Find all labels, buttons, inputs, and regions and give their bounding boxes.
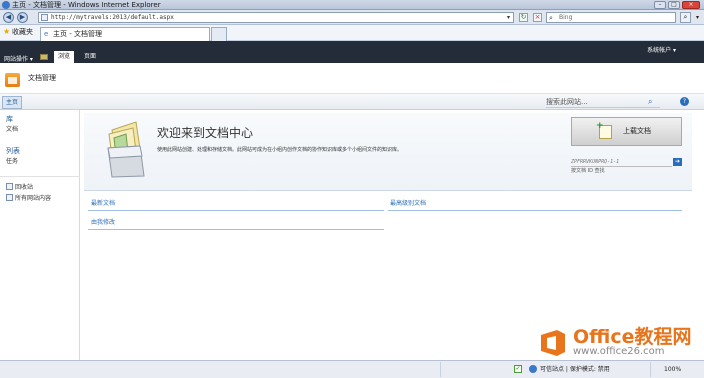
help-icon[interactable]: ? — [680, 97, 689, 106]
ql-tasks[interactable]: 任务 — [6, 158, 18, 166]
document-center-icon — [107, 121, 145, 178]
sharepoint-ribbon: 网站操作 ▾ 浏览 页面 系统帐户 ▾ — [0, 41, 704, 63]
stop-icon[interactable]: × — [533, 13, 542, 22]
nav-home-tab[interactable]: 主页 — [2, 96, 22, 109]
address-toolbar: ◀ ▶ http://mytravels:2013/default.aspx ▾… — [0, 10, 704, 25]
browser-tab[interactable]: e 主页 - 文档管理 — [40, 27, 210, 41]
user-account-menu[interactable]: 系统帐户 ▾ — [647, 47, 676, 55]
site-search-icon[interactable]: ⌕ — [648, 97, 652, 106]
minimize-button[interactable]: – — [654, 1, 666, 9]
quick-launch: 库 文档 列表 任务 回收站 所有网站内容 — [0, 110, 80, 360]
favorites-bar: ★ 收藏夹 e 主页 - 文档管理 — [0, 25, 704, 41]
ql-recycle-bin-label: 回收站 — [15, 184, 34, 191]
search-placeholder: Bing — [559, 14, 573, 21]
upload-document-button[interactable]: 上载文档 — [571, 117, 682, 146]
site-header: 文档管理 — [0, 63, 704, 94]
modified-by-me-title[interactable]: 由我修改 — [91, 219, 115, 227]
document-id-hint: 按文档 ID 查找 — [571, 168, 605, 174]
address-dropdown-icon[interactable]: ▾ — [505, 14, 512, 21]
latest-documents-divider — [88, 210, 384, 211]
ql-separator — [0, 176, 80, 177]
window-title: 主页 - 文档管理 - Windows Internet Explorer — [12, 1, 161, 9]
browser-tab-title: 主页 - 文档管理 — [53, 30, 102, 38]
tab-page[interactable]: 页面 — [80, 51, 100, 63]
upload-document-label: 上载文档 — [623, 127, 651, 135]
site-search-input[interactable]: 搜索此网站... — [546, 98, 660, 108]
tab-page-icon: e — [44, 30, 49, 38]
document-id-go-icon[interactable]: ➔ — [673, 158, 682, 166]
recycle-bin-icon — [6, 183, 13, 190]
address-field[interactable]: http://mytravels:2013/default.aspx ▾ — [38, 12, 514, 23]
address-url: http://mytravels:2013/default.aspx — [51, 14, 174, 21]
close-window-button[interactable]: × — [682, 1, 700, 9]
ql-documents[interactable]: 文档 — [6, 126, 18, 134]
zone-globe-icon — [529, 365, 537, 373]
forward-button[interactable]: ▶ — [17, 12, 28, 23]
page-icon — [41, 14, 48, 21]
navigate-up-icon[interactable] — [40, 54, 48, 60]
site-title[interactable]: 文档管理 — [28, 74, 56, 83]
status-cell — [440, 362, 510, 377]
search-go-icon[interactable]: ⌕ — [680, 12, 691, 23]
refresh-icon[interactable]: ↻ — [519, 13, 528, 22]
security-zone-status[interactable]: 可信站点 | 保护模式: 禁用 — [540, 365, 610, 374]
ql-all-site-content[interactable]: 所有网站内容 — [6, 194, 51, 203]
status-bar: ✓ 可信站点 | 保护模式: 禁用 100% — [0, 360, 704, 378]
ql-lists-heading[interactable]: 列表 — [6, 147, 20, 156]
document-id-input[interactable]: ZPFRRVKUNPRQ-1-1 — [571, 158, 672, 167]
maximize-button[interactable]: □ — [668, 1, 680, 9]
top-rated-documents-title[interactable]: 最高级别文档 — [390, 200, 426, 208]
watermark-url: www.office26.com — [573, 346, 665, 357]
ql-all-site-content-label: 所有网站内容 — [15, 195, 52, 202]
zoom-level[interactable]: 100% — [664, 365, 681, 374]
welcome-description: 使用此网站创建、处理和存储文档。此网站可成为在小组内创作文档的协作知识库或多个小… — [157, 147, 403, 153]
latest-documents-title[interactable]: 最新文档 — [91, 200, 115, 208]
trusted-site-icon: ✓ — [514, 365, 522, 373]
new-tab-button[interactable] — [211, 27, 227, 41]
favorites-star-icon[interactable]: ★ — [3, 28, 10, 36]
top-navigation: 主页 搜索此网站... ⌕ ? — [0, 94, 704, 110]
site-actions-menu[interactable]: 网站操作 ▾ — [4, 54, 33, 63]
ql-recycle-bin[interactable]: 回收站 — [6, 183, 33, 192]
welcome-title: 欢迎来到文档中心 — [157, 126, 254, 140]
window-titlebar: 主页 - 文档管理 - Windows Internet Explorer – … — [0, 0, 704, 10]
search-input[interactable]: ⌕ Bing — [546, 12, 676, 23]
site-logo-icon[interactable] — [5, 73, 20, 87]
ie-logo-icon — [2, 1, 10, 9]
upload-document-icon — [596, 121, 612, 139]
search-options-icon[interactable]: ▾ — [693, 12, 702, 23]
bing-search-icon: ⌕ — [549, 14, 553, 22]
office-watermark-logo — [541, 330, 565, 356]
back-button[interactable]: ◀ — [3, 12, 14, 23]
tab-browse[interactable]: 浏览 — [54, 51, 74, 63]
all-content-icon — [6, 194, 13, 201]
top-rated-divider — [388, 210, 682, 211]
modified-by-me-divider — [88, 229, 384, 230]
favorites-button[interactable]: 收藏夹 — [12, 28, 33, 37]
ql-libraries-heading[interactable]: 库 — [6, 115, 13, 124]
